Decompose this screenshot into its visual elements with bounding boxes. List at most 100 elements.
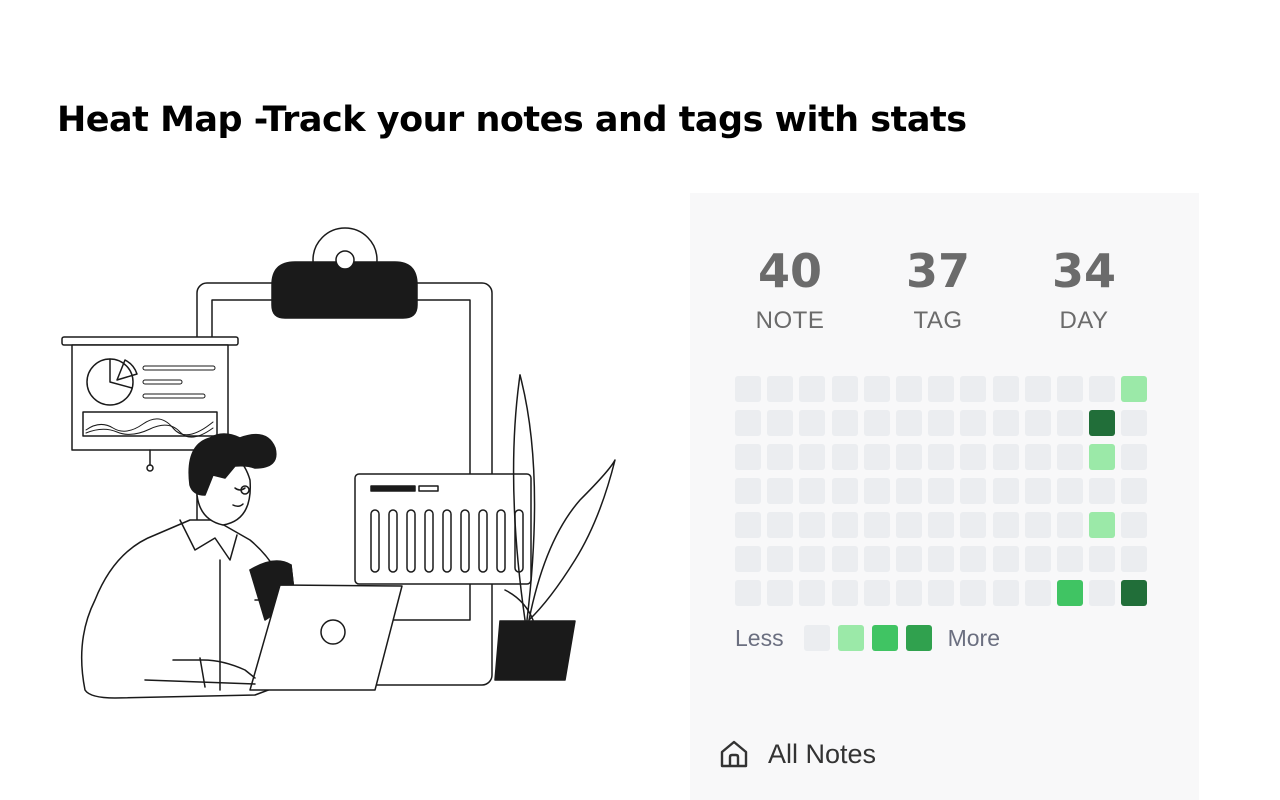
heatmap-cell[interactable]: [1089, 376, 1116, 402]
heatmap-cell[interactable]: [1121, 478, 1148, 504]
heatmap-cell[interactable]: [960, 580, 987, 606]
heatmap-cell[interactable]: [960, 478, 987, 504]
heatmap-cell[interactable]: [1024, 546, 1051, 572]
heatmap-cell[interactable]: [1089, 478, 1116, 504]
heatmap-cell[interactable]: [928, 580, 955, 606]
heatmap-cell[interactable]: [831, 580, 858, 606]
heatmap-cell[interactable]: [735, 580, 761, 606]
legend-swatch-level-0: [803, 625, 830, 651]
heatmap-cell[interactable]: [1024, 376, 1051, 402]
heatmap-cell[interactable]: [767, 512, 794, 538]
heatmap-cell[interactable]: [895, 478, 922, 504]
heatmap-cell[interactable]: [1089, 546, 1116, 572]
home-icon: [720, 740, 748, 768]
heatmap-cell[interactable]: [1024, 444, 1051, 470]
heatmap-cell[interactable]: [895, 546, 922, 572]
heatmap-cell[interactable]: [895, 376, 922, 402]
heatmap-cell[interactable]: [831, 444, 858, 470]
heatmap-cell[interactable]: [767, 546, 794, 572]
heatmap-cell[interactable]: [735, 376, 761, 402]
heatmap-cell[interactable]: [799, 512, 826, 538]
heatmap-cell[interactable]: [895, 580, 922, 606]
heatmap-cell[interactable]: [1056, 444, 1083, 470]
heatmap-cell[interactable]: [799, 478, 826, 504]
heatmap-cell[interactable]: [831, 478, 858, 504]
heatmap-cell[interactable]: [1121, 546, 1148, 572]
heatmap-cell[interactable]: [960, 512, 987, 538]
heatmap-cell[interactable]: [863, 478, 890, 504]
heatmap-cell[interactable]: [1056, 376, 1083, 402]
heatmap-cell[interactable]: [799, 546, 826, 572]
heatmap-cell[interactable]: [1121, 444, 1148, 470]
heatmap-cell[interactable]: [992, 580, 1019, 606]
heatmap-cell[interactable]: [1089, 512, 1116, 538]
heatmap-cell[interactable]: [767, 580, 794, 606]
heatmap-cell[interactable]: [863, 546, 890, 572]
heatmap-cell[interactable]: [767, 410, 794, 436]
all-notes-nav-item[interactable]: All Notes: [718, 738, 876, 770]
heatmap-cell[interactable]: [767, 444, 794, 470]
heatmap-cell[interactable]: [992, 478, 1019, 504]
heatmap-cell[interactable]: [863, 410, 890, 436]
heatmap-cell[interactable]: [895, 512, 922, 538]
heatmap-cell[interactable]: [1056, 410, 1083, 436]
heatmap-cell[interactable]: [1024, 410, 1051, 436]
heatmap-cell[interactable]: [735, 444, 761, 470]
day-count-label: DAY: [1059, 307, 1109, 334]
heatmap-cell[interactable]: [992, 410, 1019, 436]
heatmap-cell[interactable]: [1056, 546, 1083, 572]
heatmap-cell[interactable]: [960, 444, 987, 470]
heatmap-cell[interactable]: [1121, 376, 1148, 402]
heatmap-cell[interactable]: [1024, 512, 1051, 538]
heatmap-cell[interactable]: [960, 410, 987, 436]
heatmap-cell[interactable]: [992, 546, 1019, 572]
heatmap-cell[interactable]: [1056, 478, 1083, 504]
heatmap-cell[interactable]: [799, 580, 826, 606]
heatmap-cell[interactable]: [928, 410, 955, 436]
heatmap-cell[interactable]: [831, 546, 858, 572]
heatmap-cell[interactable]: [928, 444, 955, 470]
heatmap-cell[interactable]: [1024, 580, 1051, 606]
heatmap-cell[interactable]: [735, 546, 761, 572]
heatmap-cell[interactable]: [1121, 512, 1148, 538]
heatmap-cell[interactable]: [863, 512, 890, 538]
heatmap-cell[interactable]: [767, 478, 794, 504]
heatmap-cell[interactable]: [1089, 410, 1116, 436]
heatmap-cell[interactable]: [831, 410, 858, 436]
heatmap-cell[interactable]: [831, 512, 858, 538]
heatmap-cell[interactable]: [960, 376, 987, 402]
tag-count-value: 37: [905, 244, 970, 298]
heatmap-cell[interactable]: [831, 376, 858, 402]
heatmap-cell[interactable]: [992, 512, 1019, 538]
day-count-stat: 34 DAY: [1024, 243, 1144, 335]
heatmap-cell[interactable]: [928, 546, 955, 572]
heatmap-cell[interactable]: [992, 444, 1019, 470]
heatmap-cell[interactable]: [735, 478, 761, 504]
heatmap-cell[interactable]: [895, 444, 922, 470]
note-count-value: 40: [757, 244, 822, 298]
heatmap-cell[interactable]: [767, 376, 794, 402]
heatmap-cell[interactable]: [928, 512, 955, 538]
heatmap-cell[interactable]: [1024, 478, 1051, 504]
heatmap-cell[interactable]: [1056, 580, 1083, 606]
heatmap-cell[interactable]: [1121, 410, 1148, 436]
heatmap-cell[interactable]: [799, 444, 826, 470]
heatmap-cell[interactable]: [1089, 580, 1116, 606]
heatmap-cell[interactable]: [960, 546, 987, 572]
heatmap-cell[interactable]: [928, 376, 955, 402]
heatmap-cell[interactable]: [895, 410, 922, 436]
heatmap-cell[interactable]: [799, 410, 826, 436]
legend-more-label: More: [947, 624, 1000, 651]
heatmap-cell[interactable]: [1056, 512, 1083, 538]
day-count-value: 34: [1051, 244, 1116, 298]
heatmap-cell[interactable]: [992, 376, 1019, 402]
heatmap-cell[interactable]: [1089, 444, 1116, 470]
heatmap-cell[interactable]: [735, 410, 761, 436]
heatmap-cell[interactable]: [863, 376, 890, 402]
heatmap-cell[interactable]: [863, 580, 890, 606]
heatmap-cell[interactable]: [735, 512, 761, 538]
heatmap-cell[interactable]: [799, 376, 826, 402]
heatmap-cell[interactable]: [928, 478, 955, 504]
heatmap-cell[interactable]: [1121, 580, 1148, 606]
heatmap-cell[interactable]: [863, 444, 890, 470]
